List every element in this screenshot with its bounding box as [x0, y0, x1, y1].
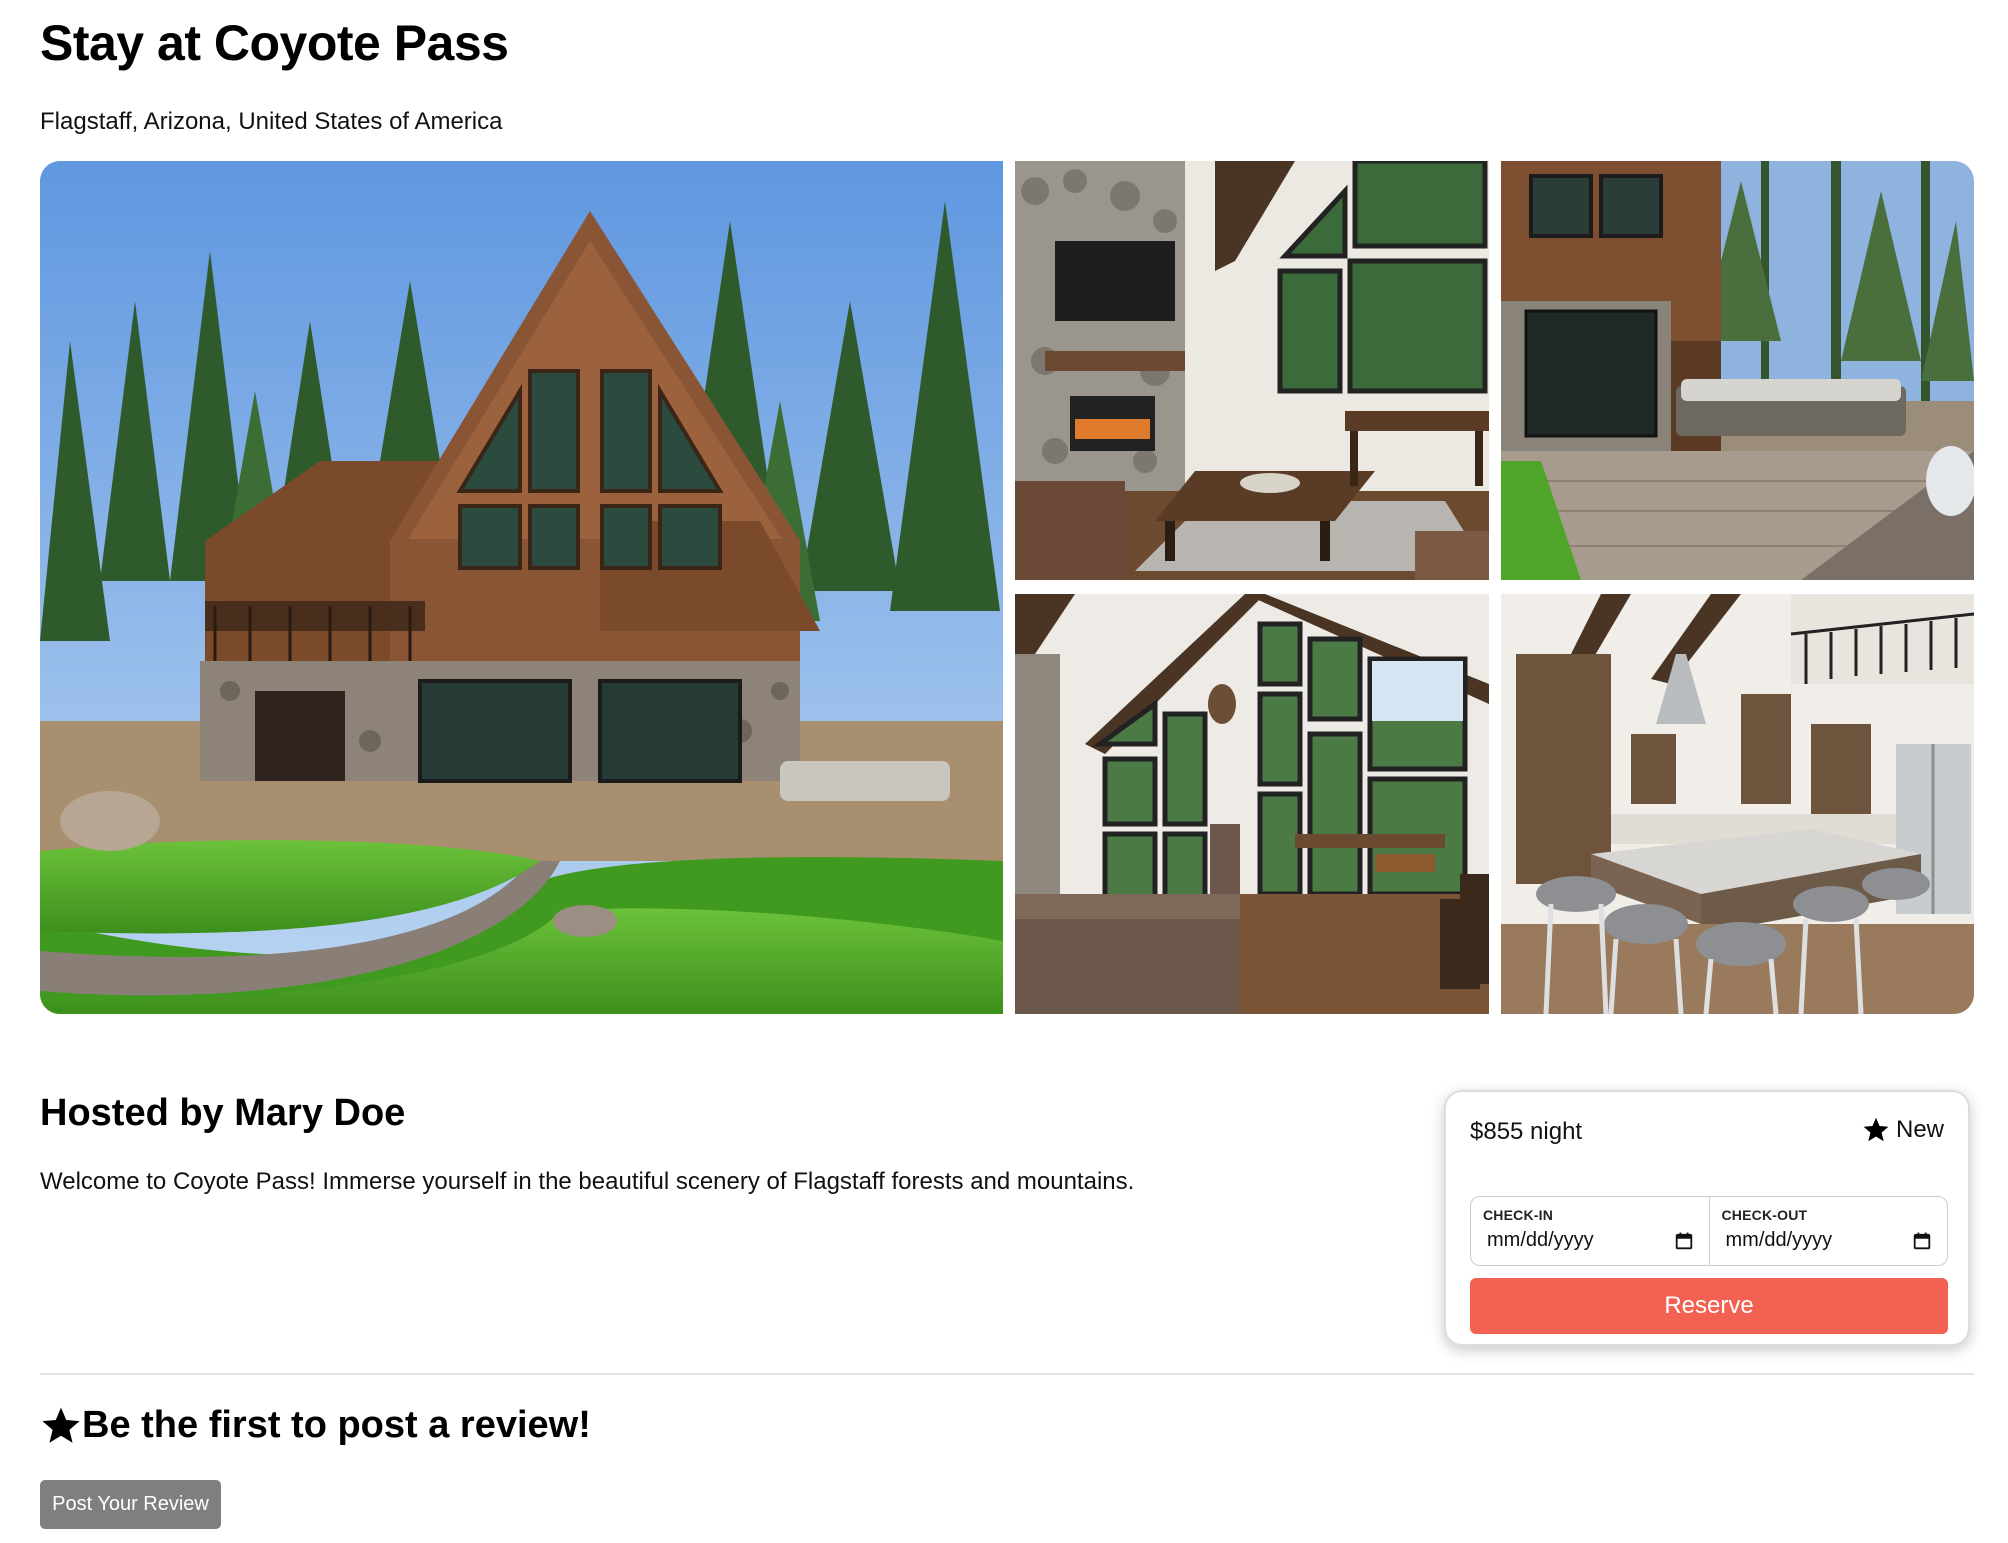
check-out-input[interactable]: mm/dd/yyyy [1722, 1229, 1936, 1252]
reserve-button[interactable]: Reserve [1470, 1278, 1948, 1334]
rating-label: New [1895, 1116, 1944, 1143]
listing-description: Welcome to Coyote Pass! Immerse yourself… [40, 1168, 1135, 1195]
star-icon [1863, 1117, 1889, 1142]
calendar-icon[interactable] [1675, 1232, 1693, 1250]
cabin-exterior-image [40, 161, 1003, 1014]
gallery-photo-living-room[interactable] [1015, 161, 1489, 580]
patio-image [1501, 161, 1974, 580]
check-in-input[interactable]: mm/dd/yyyy [1483, 1229, 1697, 1252]
listing-title: Stay at Coyote Pass [40, 15, 509, 71]
check-in-label: CHECK-IN [1483, 1207, 1554, 1223]
check-out-field[interactable]: CHECK-OUT mm/dd/yyyy [1708, 1197, 1948, 1265]
gallery-photo-main[interactable] [40, 161, 1003, 1014]
check-in-value: mm/dd/yyyy [1487, 1229, 1594, 1251]
great-room-image [1015, 594, 1489, 1014]
kitchen-image [1501, 594, 1974, 1014]
calendar-icon[interactable] [1913, 1232, 1931, 1250]
gallery-photo-great-room[interactable] [1015, 594, 1489, 1014]
check-out-value: mm/dd/yyyy [1725, 1229, 1833, 1251]
booking-card: $855 night New CHECK-IN mm/dd/yyyy CHECK… [1444, 1090, 1970, 1346]
gallery-photo-patio[interactable] [1501, 161, 1974, 580]
photo-gallery [40, 161, 1974, 1014]
section-divider [40, 1373, 1974, 1375]
listing-location: Flagstaff, Arizona, United States of Ame… [40, 108, 503, 135]
check-in-field[interactable]: CHECK-IN mm/dd/yyyy [1471, 1197, 1709, 1265]
gallery-photo-kitchen[interactable] [1501, 594, 1974, 1014]
rating-badge: New [1862, 1116, 1944, 1144]
star-icon [42, 1407, 80, 1443]
date-range-picker: CHECK-IN mm/dd/yyyy CHECK-OUT mm/dd/yyyy [1470, 1196, 1948, 1266]
host-heading: Hosted by Mary Doe [40, 1092, 406, 1134]
living-room-image [1015, 161, 1489, 580]
reviews-heading: Be the first to post a review! [40, 1404, 591, 1447]
nightly-price: $855 night [1470, 1118, 1583, 1145]
post-review-button[interactable]: Post Your Review [40, 1480, 221, 1529]
check-out-label: CHECK-OUT [1721, 1207, 1808, 1223]
reviews-heading-text: Be the first to post a review! [82, 1404, 591, 1446]
